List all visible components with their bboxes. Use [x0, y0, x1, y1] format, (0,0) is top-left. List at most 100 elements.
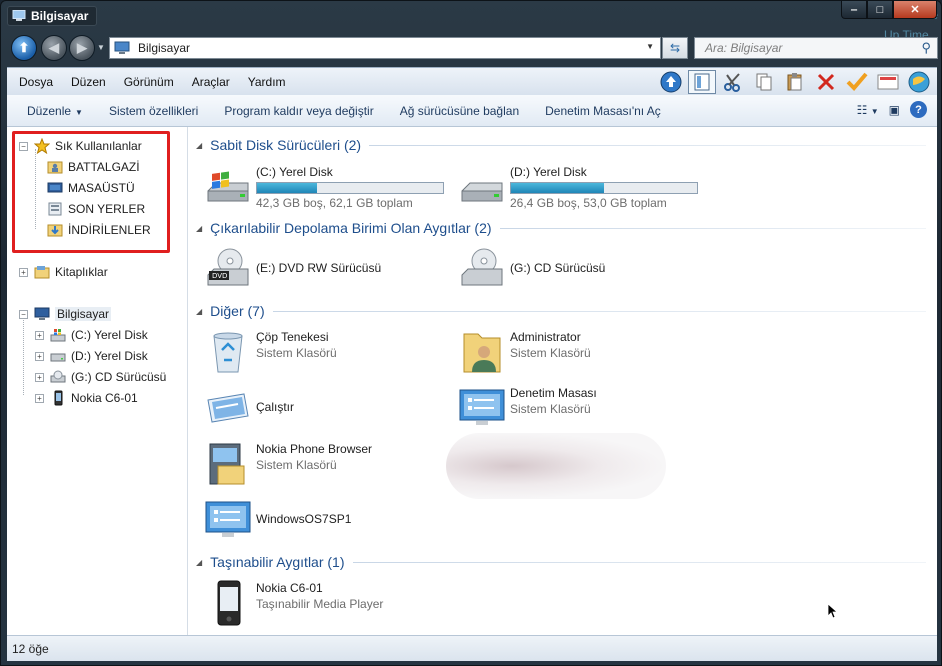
- globe-icon[interactable]: [905, 70, 933, 94]
- uninstall-program-button[interactable]: Program kaldır veya değiştir: [211, 104, 386, 118]
- organize-label: Düzenle: [27, 103, 72, 118]
- usage-fill: [511, 183, 604, 193]
- tree-item-drive-c[interactable]: + (C:) Yerel Disk: [35, 325, 148, 345]
- change-view-icon[interactable]: ☷ ▼: [857, 103, 879, 117]
- check-icon[interactable]: [843, 70, 871, 94]
- cd-drive-item[interactable]: (G:) CD Sürücüsü: [458, 245, 605, 293]
- drive-d-item[interactable]: (D:) Yerel Disk 26,4 GB boş, 53,0 GB top…: [458, 163, 698, 211]
- expand-toggle[interactable]: +: [35, 351, 44, 361]
- tree-item-computer[interactable]: − Bilgisayar: [19, 304, 112, 324]
- nokia-c6-item[interactable]: Nokia C6-01 Taşınabilir Media Player: [204, 579, 383, 627]
- group-title: Çıkarılabilir Depolama Birimi Olan Aygıt…: [210, 220, 492, 236]
- control-panel-meta: Denetim Masası Sistem Klasörü: [510, 384, 597, 416]
- command-bar: Düzenle ▼ Sistem özellikleri Program kald…: [7, 95, 937, 127]
- group-header-hdd[interactable]: ◢ Sabit Disk Sürücüleri (2): [196, 137, 926, 153]
- group-header-portable[interactable]: ◢ Taşınabilir Aygıtlar (1): [196, 554, 926, 570]
- recent-pages-dropdown[interactable]: ▼: [97, 43, 105, 52]
- tree-item-libraries[interactable]: + Kitaplıklar: [19, 262, 108, 282]
- copy-icon[interactable]: [750, 70, 778, 94]
- dvd-drive-icon: DVD: [207, 248, 249, 286]
- address-bar[interactable]: Bilgisayar ▼: [109, 37, 661, 59]
- properties-icon[interactable]: [874, 70, 902, 94]
- forward-button[interactable]: ▶: [69, 35, 95, 61]
- hard-drive-icon: [50, 348, 66, 364]
- preview-pane-toggle-icon[interactable]: ▣: [889, 103, 900, 117]
- nokia-phone-browser-type: Sistem Klasörü: [256, 458, 337, 472]
- collapse-triangle-icon[interactable]: ◢: [196, 307, 202, 316]
- group-header-removable[interactable]: ◢ Çıkarılabilir Depolama Birimi Olan Ayg…: [196, 220, 926, 236]
- menu-yardim[interactable]: Yardım: [239, 75, 295, 89]
- expand-toggle[interactable]: +: [35, 372, 44, 382]
- drive-d-usage-bar: [510, 182, 698, 194]
- group-title: Diğer (7): [210, 303, 265, 319]
- cd-drive-meta: (G:) CD Sürücüsü: [510, 245, 605, 275]
- organize-button[interactable]: Düzenle ▼: [7, 104, 96, 118]
- drive-c-item[interactable]: (C:) Yerel Disk 42,3 GB boş, 62,1 GB top…: [204, 163, 444, 211]
- windowsos7sp1-item[interactable]: WindowsOS7SP1: [204, 496, 351, 544]
- tree-label: Nokia C6-01: [71, 391, 138, 405]
- control-panel-item[interactable]: Denetim Masası Sistem Klasörü: [458, 384, 597, 432]
- collapse-triangle-icon[interactable]: ◢: [196, 558, 202, 567]
- phone-icon: [50, 390, 66, 406]
- paste-icon[interactable]: [781, 70, 809, 94]
- administrator-item[interactable]: Administrator Sistem Klasörü: [458, 328, 591, 376]
- menu-araclar[interactable]: Araçlar: [183, 75, 239, 89]
- map-network-drive-button[interactable]: Ağ sürücüsüne bağlan: [387, 104, 532, 118]
- menu-bar: Dosya Düzen Görünüm Araçlar Yardım: [7, 67, 937, 95]
- run-icon: [207, 393, 249, 423]
- system-properties-button[interactable]: Sistem özellikleri: [96, 104, 211, 118]
- search-placeholder: Ara: Bilgisayar: [705, 41, 783, 55]
- tree-item-drive-d[interactable]: + (D:) Yerel Disk: [35, 346, 148, 366]
- recycle-bin-type: Sistem Klasörü: [256, 346, 337, 360]
- collapse-triangle-icon[interactable]: ◢: [196, 141, 202, 150]
- recycle-bin-item[interactable]: Çöp Tenekesi Sistem Klasörü: [204, 328, 337, 376]
- search-input[interactable]: Ara: Bilgisayar ⚲: [694, 37, 938, 59]
- maximize-button[interactable]: □: [867, 1, 893, 19]
- mouse-cursor-icon: [827, 603, 837, 619]
- expand-toggle[interactable]: +: [35, 330, 44, 340]
- phone-browser-icon: [209, 443, 245, 485]
- expand-toggle[interactable]: +: [35, 393, 44, 403]
- title-bar[interactable]: Bilgisayar Boot Time Up Time ‒ □ ✕: [1, 1, 942, 42]
- up-arrow-icon[interactable]: [657, 70, 685, 94]
- back-button[interactable]: ◀: [41, 35, 67, 61]
- group-divider: [499, 227, 926, 229]
- menu-duzen[interactable]: Düzen: [62, 75, 115, 89]
- menu-dosya[interactable]: Dosya: [7, 75, 62, 89]
- favorites-highlight-box: [12, 131, 170, 253]
- delete-icon[interactable]: [812, 70, 840, 94]
- cut-icon[interactable]: [719, 70, 747, 94]
- tree-label: Kitaplıklar: [55, 265, 108, 279]
- dvd-drive-item[interactable]: DVD (E:) DVD RW Sürücüsü: [204, 245, 381, 293]
- window-title-chip: Bilgisayar: [7, 6, 98, 26]
- expand-toggle[interactable]: +: [19, 267, 28, 277]
- menu-gorunum[interactable]: Görünüm: [115, 75, 183, 89]
- up-arrow-icon[interactable]: ⬆: [11, 35, 37, 61]
- drive-c-meta: (C:) Yerel Disk 42,3 GB boş, 62,1 GB top…: [256, 163, 444, 210]
- refresh-button[interactable]: ⇆: [662, 37, 688, 59]
- run-item[interactable]: Çalıştır: [204, 384, 294, 432]
- group-header-other[interactable]: ◢ Diğer (7): [196, 303, 926, 319]
- help-icon[interactable]: ?: [910, 101, 927, 118]
- tree-connector: [23, 317, 24, 395]
- close-button[interactable]: ✕: [893, 1, 937, 19]
- collapse-toggle[interactable]: −: [19, 309, 28, 319]
- control-panel-type: Sistem Klasörü: [510, 402, 591, 416]
- group-title: Sabit Disk Sürücüleri (2): [210, 137, 362, 153]
- tree-item-nokia[interactable]: + Nokia C6-01: [35, 388, 138, 408]
- collapse-triangle-icon[interactable]: ◢: [196, 224, 202, 233]
- minimize-button[interactable]: ‒: [841, 1, 867, 19]
- tree-item-drive-g[interactable]: + (G:) CD Sürücüsü: [35, 367, 166, 387]
- open-control-panel-button[interactable]: Denetim Masası'nı Aç: [532, 104, 674, 118]
- nokia-phone-browser-item[interactable]: Nokia Phone Browser Sistem Klasörü: [204, 440, 372, 488]
- cd-drive-name: (G:) CD Sürücüsü: [510, 261, 606, 275]
- windows-drive-icon: [50, 327, 66, 343]
- preview-pane-icon[interactable]: [688, 70, 716, 94]
- computer-icon: [34, 306, 50, 322]
- chevron-down-icon[interactable]: ▼: [646, 42, 654, 51]
- toolbar-icons: [657, 70, 933, 94]
- phone-icon: [217, 580, 241, 626]
- search-icon[interactable]: ⚲: [921, 40, 931, 56]
- user-folder-icon: [463, 333, 501, 373]
- nokia-c6-type: Taşınabilir Media Player: [256, 597, 384, 611]
